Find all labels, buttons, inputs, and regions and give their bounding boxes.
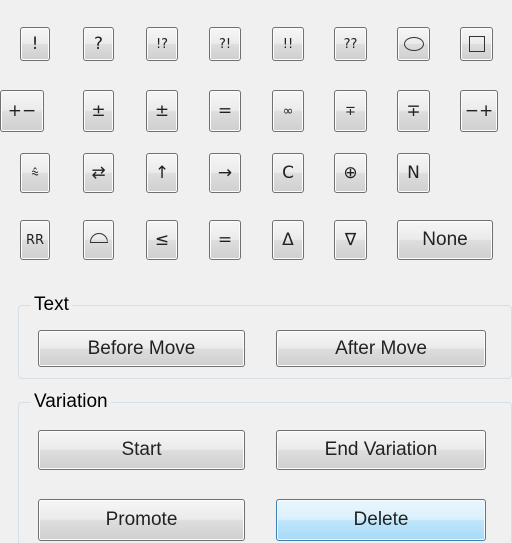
start-variation-button[interactable]: Start [38, 430, 245, 470]
equal-2-button[interactable]: = [209, 220, 241, 260]
counterplay-button[interactable]: ⇄ [83, 153, 114, 193]
white-better-button[interactable]: ± [83, 90, 114, 132]
text-group-title: Text [31, 295, 72, 315]
question-button[interactable]: ? [83, 27, 114, 61]
center-button[interactable]: ⊕ [334, 153, 367, 193]
arc-button[interactable] [83, 220, 114, 260]
end-variation-button[interactable]: End Variation [276, 430, 486, 470]
delta-button[interactable]: Δ [272, 220, 304, 260]
square-icon [468, 36, 485, 52]
attack-button[interactable]: → [209, 153, 241, 193]
compensation-button[interactable]: ⩯ [20, 153, 50, 193]
black-decisive-button[interactable]: −+ [460, 90, 498, 132]
less-equal-button[interactable]: ≤ [146, 220, 178, 260]
unclear-button[interactable]: ∞ [272, 90, 304, 132]
white-decisive-button[interactable]: +− [0, 90, 44, 132]
after-move-button[interactable]: After Move [276, 330, 486, 367]
arc-icon [89, 233, 108, 247]
initiative-button[interactable]: ↑ [146, 153, 178, 193]
black-better-button[interactable]: ∓ [397, 90, 430, 132]
white-slightly-better-button[interactable]: ± [146, 90, 178, 132]
double-exclam-button[interactable]: !! [272, 27, 304, 61]
exclam-question-button[interactable]: !? [146, 27, 178, 61]
editorial-comment-button[interactable]: RR [20, 220, 50, 260]
novelty-button[interactable]: N [397, 153, 430, 193]
black-slightly-better-button[interactable]: ∓ [334, 90, 367, 132]
variation-group-title: Variation [31, 392, 111, 412]
before-move-button[interactable]: Before Move [38, 330, 245, 367]
annotation-panel: ! ? !? ?! !! ?? +− ± ± = ∞ ∓ ∓ −+ ⩯ ⇄ ↑ … [0, 0, 512, 543]
promote-button[interactable]: Promote [38, 499, 245, 541]
equal-button[interactable]: = [209, 90, 241, 132]
nabla-button[interactable]: ∇ [334, 220, 367, 260]
delete-button[interactable]: Delete [276, 499, 486, 541]
question-exclam-button[interactable]: ?! [209, 27, 241, 61]
double-question-button[interactable]: ?? [334, 27, 367, 61]
exclam-button[interactable]: ! [20, 27, 50, 61]
development-button[interactable]: C [272, 153, 304, 193]
circle-button[interactable] [397, 27, 430, 61]
circle-icon [403, 37, 424, 51]
square-button[interactable] [460, 27, 493, 61]
none-button[interactable]: None [397, 220, 493, 260]
